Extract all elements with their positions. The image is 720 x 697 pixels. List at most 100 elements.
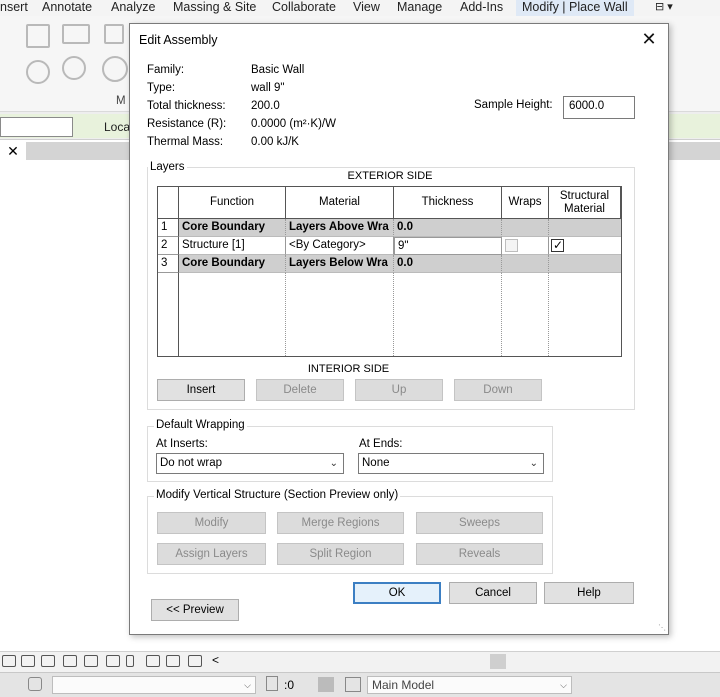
at-ends-value: None (362, 457, 390, 469)
wraps-checkbox[interactable] (505, 239, 518, 252)
down-button[interactable]: Down (454, 379, 542, 401)
function-cell[interactable]: Structure [1] (179, 237, 286, 255)
ok-button[interactable]: OK (353, 582, 441, 604)
hide-icon[interactable] (106, 655, 120, 667)
resistance-label: Resistance (R): (147, 118, 227, 130)
layers-table: Function Material Thickness Wraps Struct… (157, 186, 622, 357)
exterior-side-label: EXTERIOR SIDE (347, 170, 433, 182)
analytical-icon[interactable] (188, 655, 202, 667)
resize-grip-icon[interactable]: ⋱ (658, 624, 666, 632)
reveal-icon[interactable] (166, 655, 180, 667)
move-icon[interactable] (26, 60, 50, 84)
total-thickness-value: 200.0 (251, 100, 280, 112)
tab-manage[interactable]: Manage (397, 0, 442, 16)
tab-add-ins[interactable]: Add-Ins (460, 0, 503, 16)
assign-layers-button[interactable]: Assign Layers (157, 543, 266, 565)
material-header: Material (286, 187, 394, 219)
structural-cell (549, 219, 621, 237)
options-bar-input[interactable] (0, 117, 73, 137)
filter-icon[interactable] (266, 676, 278, 691)
at-inserts-label: At Inserts: (156, 438, 208, 450)
sweeps-button[interactable]: Sweeps (416, 512, 543, 534)
copy-icon[interactable] (62, 56, 86, 80)
resistance-value: 0.0000 (m²·K)/W (251, 118, 336, 130)
thickness-input[interactable]: 9" (394, 237, 502, 255)
total-thickness-label: Total thickness: (147, 100, 226, 112)
crop-icon[interactable] (63, 655, 77, 667)
thickness-header: Thickness (394, 187, 502, 219)
preview-button[interactable]: << Preview (151, 599, 239, 621)
split-region-button[interactable]: Split Region (277, 543, 404, 565)
help-button[interactable]: Help (544, 582, 634, 604)
at-inserts-dropdown[interactable]: Do not wrap ⌄ (156, 453, 344, 474)
at-inserts-value: Do not wrap (160, 457, 223, 469)
chevron-down-icon: ⌄ (529, 458, 538, 469)
trim-icon[interactable] (104, 24, 124, 44)
rotate-icon[interactable] (102, 56, 128, 82)
close-icon[interactable]: ✕ (636, 28, 662, 52)
type-value: wall 9" (251, 82, 285, 94)
wraps-cell (502, 219, 549, 237)
scroll-left-icon[interactable]: < (212, 653, 219, 667)
thickness-cell[interactable]: 0.0 (394, 255, 502, 273)
wraps-cell (502, 255, 549, 273)
function-cell[interactable]: Core Boundary (179, 219, 286, 237)
insert-button[interactable]: Insert (157, 379, 245, 401)
filter-count: :0 (284, 678, 295, 692)
editable-only-icon[interactable] (318, 677, 334, 692)
modify-button[interactable]: Modify (157, 512, 266, 534)
worksets-icon[interactable] (28, 677, 42, 691)
tab-collaborate[interactable]: Collaborate (272, 0, 336, 16)
view-close-icon[interactable]: ✕ (0, 142, 26, 160)
pin-icon[interactable] (126, 655, 134, 667)
ribbon-minimize-icon[interactable]: ⊟ ▾ (655, 0, 673, 16)
material-cell[interactable]: Layers Above Wra (286, 219, 394, 237)
view-cube-icon[interactable] (2, 655, 16, 667)
tab-modify-place-wall[interactable]: Modify | Place Wall (516, 0, 634, 16)
sun-icon[interactable] (21, 655, 35, 667)
thickness-cell[interactable]: 0.0 (394, 219, 502, 237)
shadow-icon[interactable] (41, 655, 55, 667)
wraps-header: Wraps (502, 187, 549, 219)
reveals-button[interactable]: Reveals (416, 543, 543, 565)
chevron-down-icon: ⌄ (329, 458, 338, 469)
family-label: Family: (147, 64, 185, 76)
sample-height-label: Sample Height: (474, 99, 553, 111)
at-ends-dropdown[interactable]: None ⌄ (358, 453, 544, 474)
ribbon-tab-bar: nsert Annotate Analyze Massing & Site Co… (0, 0, 720, 16)
function-header: Function (179, 187, 286, 219)
model-dropdown[interactable]: Main Model ⌵ (367, 676, 572, 694)
tab-annotate[interactable]: Annotate (42, 0, 92, 16)
tab-massing-site[interactable]: Massing & Site (173, 0, 256, 16)
cancel-button[interactable]: Cancel (449, 582, 537, 604)
material-cell[interactable]: Layers Below Wra (286, 255, 394, 273)
workset-dropdown[interactable]: ⌵ (52, 676, 256, 694)
at-ends-label: At Ends: (359, 438, 403, 450)
function-cell[interactable]: Core Boundary (179, 255, 286, 273)
family-value: Basic Wall (251, 64, 305, 76)
offset-icon[interactable] (62, 24, 90, 44)
thermal-mass-label: Thermal Mass: (147, 136, 224, 148)
up-button[interactable]: Up (355, 379, 443, 401)
temporary-hide-icon[interactable] (146, 655, 160, 667)
row-header-corner (158, 187, 179, 219)
crop-region-icon[interactable] (84, 655, 98, 667)
vertical-structure-title: Modify Vertical Structure (Section Previ… (154, 489, 401, 501)
structural-material-header: Structural Material (549, 187, 621, 219)
tab-insert[interactable]: nsert (0, 0, 28, 16)
row-number[interactable]: 3 (158, 255, 179, 273)
tab-analyze[interactable]: Analyze (111, 0, 155, 16)
sample-height-input[interactable]: 6000.0 (563, 96, 635, 119)
design-options-icon[interactable] (345, 677, 361, 692)
delete-button[interactable]: Delete (256, 379, 344, 401)
row-number[interactable]: 2 (158, 237, 179, 255)
thermal-mass-value: 0.00 kJ/K (251, 136, 299, 148)
model-value: Main Model (372, 678, 435, 692)
row-number[interactable]: 1 (158, 219, 179, 237)
structural-material-checkbox[interactable] (551, 237, 564, 254)
scroll-thumb[interactable] (490, 654, 506, 669)
tab-view[interactable]: View (353, 0, 380, 16)
merge-regions-button[interactable]: Merge Regions (277, 512, 404, 534)
material-cell[interactable]: <By Category> (286, 237, 394, 255)
align-icon[interactable] (26, 24, 50, 48)
